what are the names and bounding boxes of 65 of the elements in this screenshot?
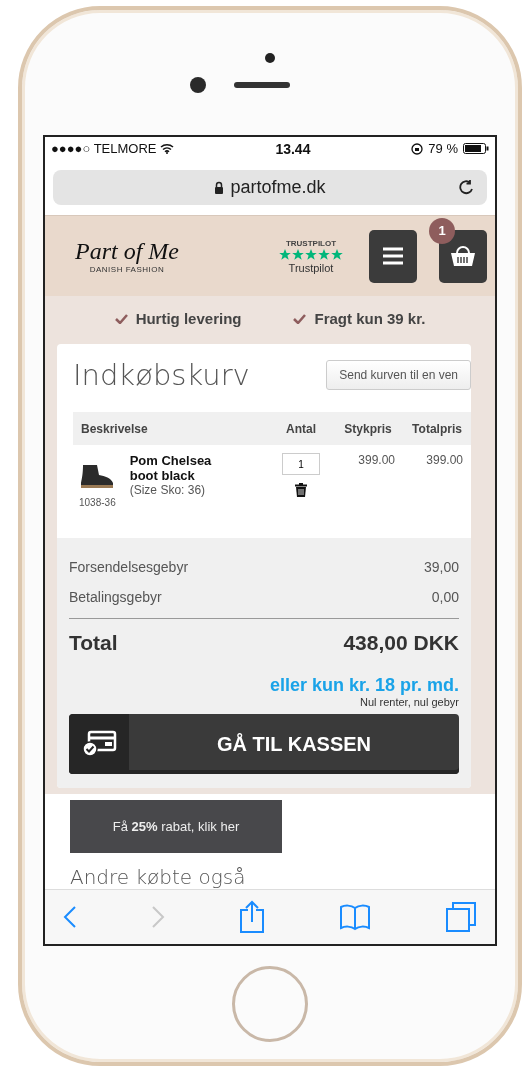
star-icon [331,248,343,261]
trash-icon[interactable] [295,483,307,497]
menu-icon [382,247,404,265]
basket-icon [449,244,477,268]
lock-icon [214,181,225,194]
share-icon [239,900,265,934]
fee-label: Betalingsgebyr [69,589,162,605]
bookmarks-button[interactable] [339,903,371,931]
book-icon [339,903,371,931]
discount-banner[interactable]: Få 25% rabat, klik her [70,800,282,853]
wifi-icon [160,143,175,154]
card-check-icon [81,730,117,758]
rotation-lock-icon [411,142,424,155]
camera-lens [190,76,206,93]
column-header: Antal [285,421,317,436]
star-icon [305,248,317,261]
fee-value: 39,00 [423,559,459,575]
quantity-field[interactable]: 1 [282,453,320,475]
carrier-label: ●●●●○ TELMORE [51,141,157,156]
back-button[interactable] [63,905,77,929]
star-icon [292,248,304,261]
check-icon [293,313,307,324]
product-name[interactable]: Pom Chelsea boot black [129,453,220,483]
trustpilot-label[interactable]: Trustpilot [288,261,334,274]
speaker-grille [234,81,290,88]
share-cart-button[interactable]: Send kurven til en ven [326,360,471,390]
section-heading: Andre købte også [70,865,247,889]
page-title: Indkøbskurv [73,358,250,392]
fee-value: 0,00 [431,589,459,605]
tabs-icon [445,901,477,933]
usp-text: Fragt kun 39 kr. [314,310,426,327]
reload-icon[interactable] [459,179,475,196]
address-bar[interactable]: partofme.dk [53,170,487,205]
cart-count-badge: 1 [429,217,455,244]
column-header: Stykpris [343,421,393,436]
status-time: 13.44 [275,140,311,157]
checkout-button[interactable]: GÅ TIL KASSEN [69,714,459,774]
trustpilot-brand: TRUSTPILOT [285,238,337,248]
total-value: 438,00 DKK [343,631,459,655]
battery-icon [463,143,489,154]
shop-logo[interactable]: Part of Me [75,238,179,265]
share-button[interactable] [239,900,265,934]
url-text: partofme.dk [230,177,326,198]
logo-tagline: DANISH FASHION [89,265,165,274]
installment-note: Nul renter, nul gebyr [359,696,459,708]
boot-icon [79,463,116,489]
menu-button[interactable] [369,229,417,283]
unit-price: 399.00 [357,453,396,467]
usp-text: Hurtig levering [135,310,242,327]
product-variant: (Size Sko: 36) [129,483,207,497]
column-header: Totalpris [411,421,463,436]
sensor-dot [265,52,275,63]
fee-label: Forsendelsesgebyr [69,559,189,575]
battery-percent: 79 % [428,141,458,156]
product-sku: 1038-36 [79,497,116,508]
forward-icon [151,905,165,929]
star-icon [279,248,291,261]
check-icon [114,313,128,324]
tabs-button[interactable] [445,901,477,933]
column-header: Beskrivelse [81,421,149,436]
back-icon [63,905,77,929]
home-button[interactable] [232,966,308,1042]
star-icon [318,248,330,261]
total-price: 399.00 [425,453,464,467]
total-label: Total [69,631,118,655]
